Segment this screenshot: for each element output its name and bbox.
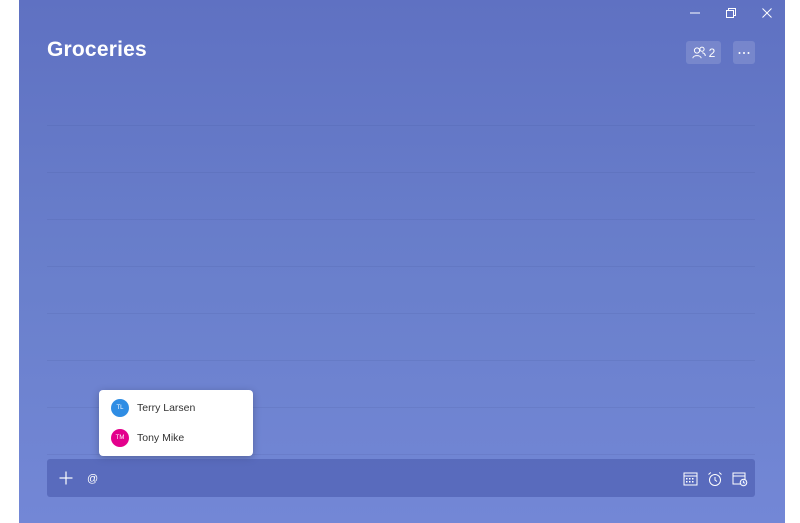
list-line [47, 220, 755, 267]
mention-item-tony-mike[interactable]: TM Tony Mike [99, 423, 253, 453]
close-icon [762, 8, 772, 18]
app-window: Groceries 2 TL Terry Larsen TM Tony Mike… [19, 0, 785, 523]
minimize-icon [690, 12, 700, 14]
close-button[interactable] [749, 0, 785, 26]
mention-name: Tony Mike [137, 432, 185, 444]
avatar: TM [111, 429, 129, 447]
list-line [47, 173, 755, 220]
add-task-input[interactable] [87, 471, 647, 487]
plus-icon[interactable] [58, 470, 74, 486]
list-line [47, 267, 755, 314]
reminder-button[interactable] [706, 470, 723, 487]
avatar: TL [111, 399, 129, 417]
list-line [47, 314, 755, 361]
share-count: 2 [708, 45, 716, 60]
restore-button[interactable] [713, 0, 749, 26]
title-bar [677, 0, 785, 26]
share-button[interactable]: 2 [686, 41, 721, 64]
calendar-icon [683, 472, 698, 486]
mention-item-terry-larsen[interactable]: TL Terry Larsen [99, 393, 253, 423]
repeat-button[interactable] [731, 470, 748, 487]
due-date-button[interactable] [682, 470, 699, 487]
list-line [47, 126, 755, 173]
more-options-button[interactable] [733, 41, 755, 64]
repeat-icon [732, 472, 747, 486]
people-icon [691, 46, 706, 59]
list-line [47, 79, 755, 126]
restore-icon [726, 8, 736, 18]
mention-suggestions: TL Terry Larsen TM Tony Mike [99, 390, 253, 456]
more-icon [738, 51, 750, 54]
mention-name: Terry Larsen [137, 402, 196, 414]
list-title[interactable]: Groceries [47, 38, 147, 62]
add-task-bar [47, 459, 755, 497]
minimize-button[interactable] [677, 0, 713, 26]
alarm-icon [707, 471, 722, 486]
